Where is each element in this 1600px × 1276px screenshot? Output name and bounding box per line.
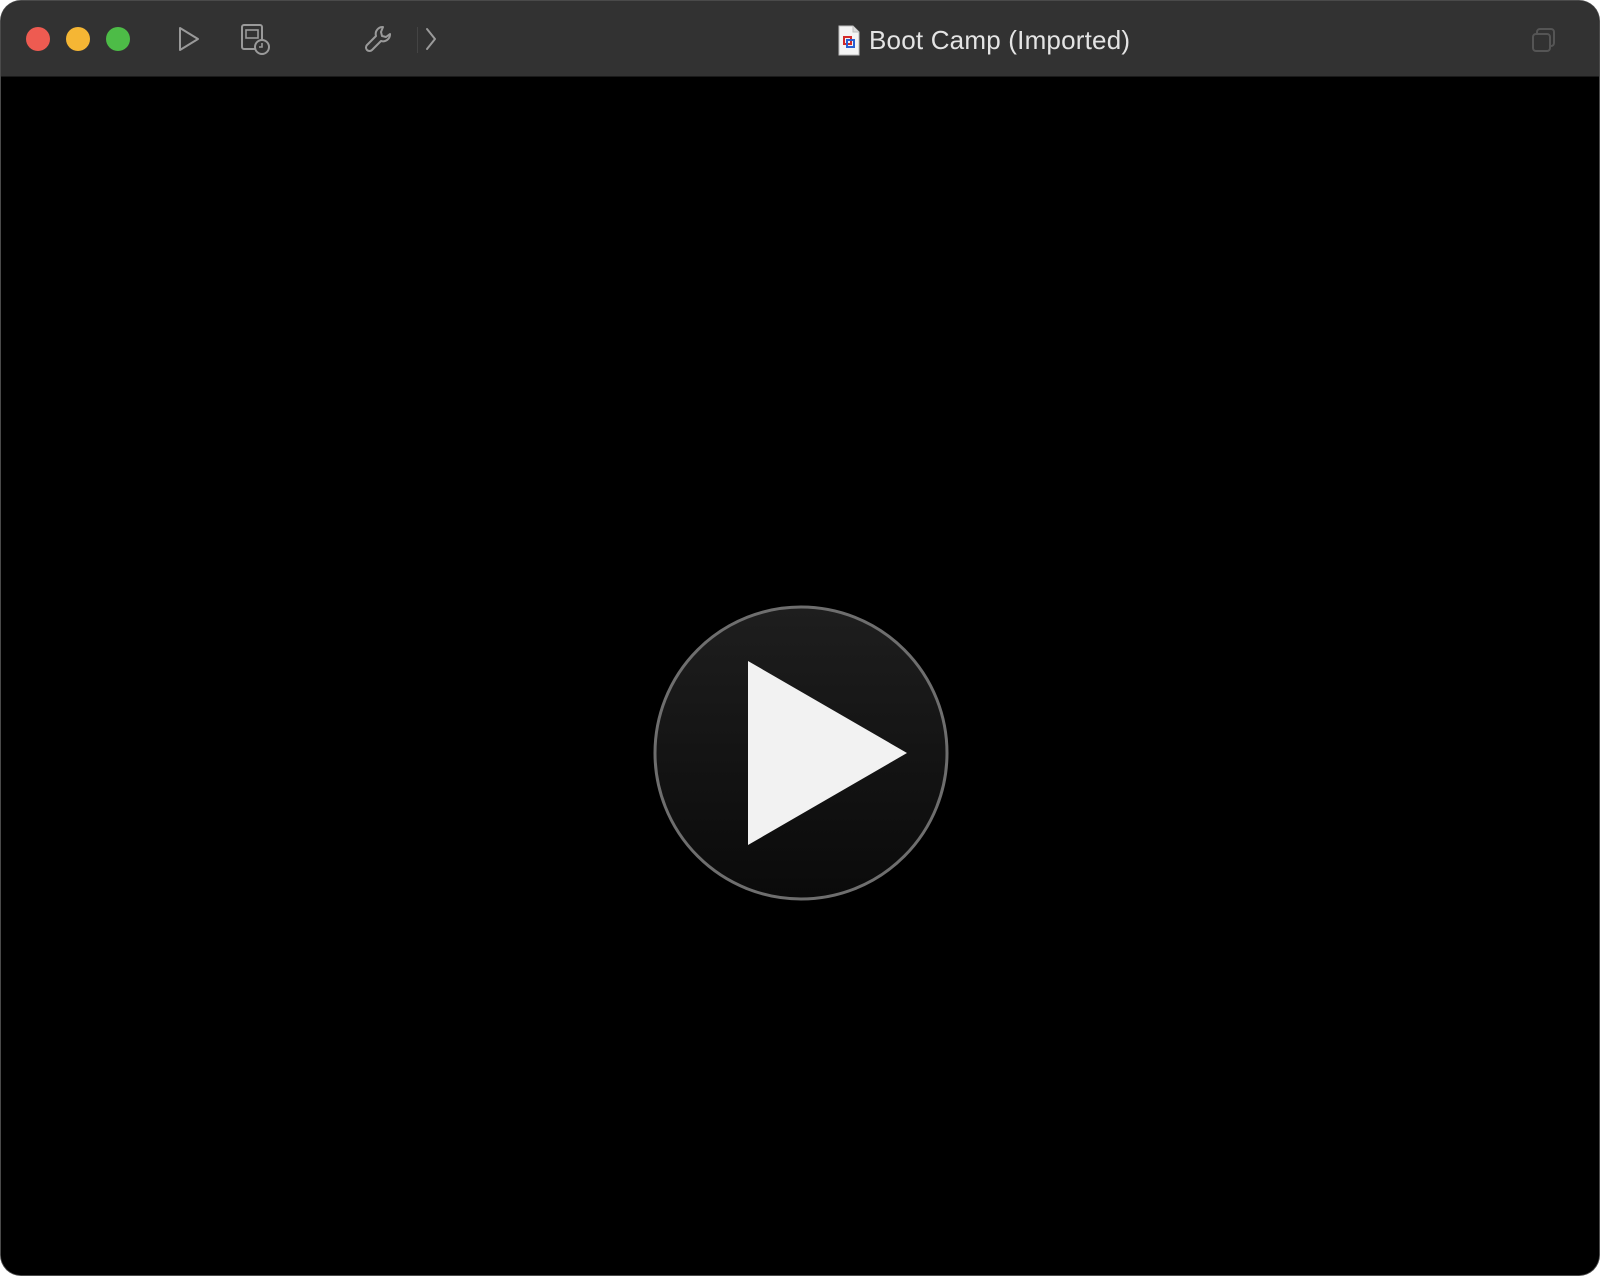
- vm-display-area[interactable]: [1, 77, 1599, 1275]
- minimize-window-button[interactable]: [66, 27, 90, 51]
- window-title: Boot Camp (Imported): [869, 24, 1131, 55]
- snapshot-clock-icon: [241, 24, 270, 55]
- configure-button[interactable]: [359, 19, 399, 59]
- window-title-area: Boot Camp (Imported): [837, 21, 1130, 59]
- toolbar-separator: [417, 27, 418, 53]
- chevron-right-icon: [426, 28, 436, 50]
- window-stack-icon[interactable]: [1529, 25, 1559, 55]
- snapshots-button[interactable]: [235, 19, 275, 59]
- more-toolbar-items-button[interactable]: [419, 19, 443, 59]
- play-circle-icon: [653, 605, 949, 901]
- zoom-window-button[interactable]: [106, 27, 130, 51]
- vm-document-icon: [838, 25, 860, 55]
- close-window-button[interactable]: [26, 27, 50, 51]
- start-vm-button[interactable]: [169, 19, 209, 59]
- vm-window: Boot Camp (Imported): [1, 1, 1599, 1275]
- title-bar: Boot Camp (Imported): [1, 1, 1599, 77]
- wrench-icon: [364, 26, 391, 53]
- play-outline-icon: [179, 27, 199, 51]
- start-vm-play-button[interactable]: [653, 605, 949, 901]
